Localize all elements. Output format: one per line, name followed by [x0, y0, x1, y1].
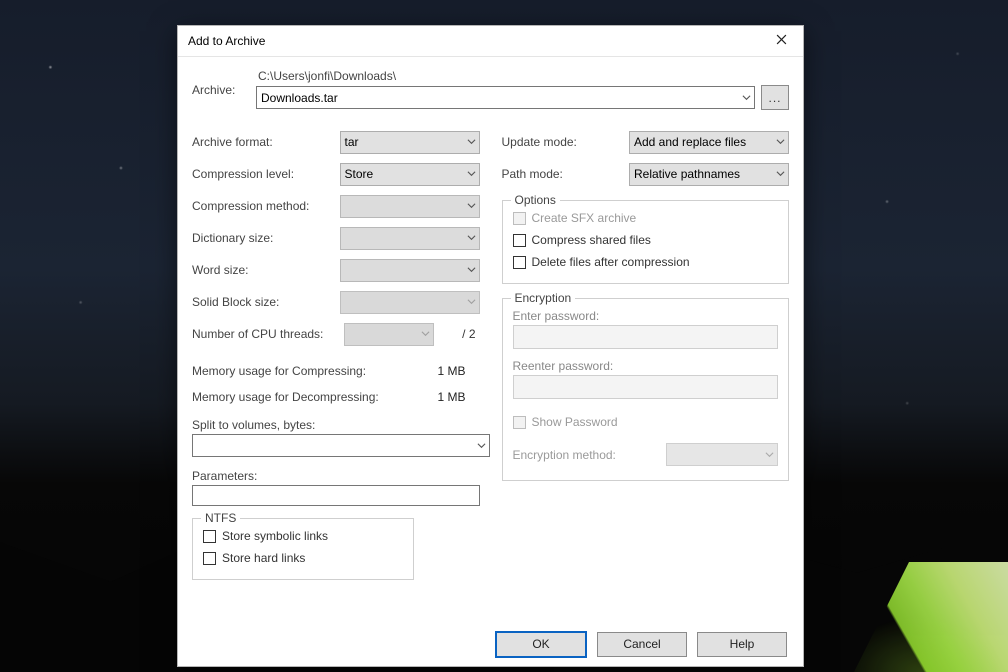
ok-button[interactable]: OK: [495, 631, 587, 658]
create-sfx-checkbox: Create SFX archive: [513, 207, 779, 229]
checkbox-icon: [203, 530, 216, 543]
chevron-down-icon: [776, 167, 785, 181]
solid-block-size-select: [340, 291, 480, 314]
chevron-down-icon: [776, 135, 785, 149]
archive-filename-value: Downloads.tar: [261, 91, 338, 105]
delete-after-checkbox[interactable]: Delete files after compression: [513, 251, 779, 273]
chevron-down-icon: [467, 167, 476, 181]
archive-filename-select[interactable]: Downloads.tar: [256, 86, 755, 109]
checkbox-icon: [513, 212, 526, 225]
reenter-password-label: Reenter password:: [513, 359, 779, 373]
window-title: Add to Archive: [188, 34, 759, 48]
browse-label: ...: [768, 91, 781, 105]
update-mode-value: Add and replace files: [634, 135, 746, 149]
options-group: Options Create SFX archive Compress shar…: [502, 200, 790, 284]
options-legend: Options: [511, 193, 560, 207]
compression-level-label: Compression level:: [192, 167, 332, 181]
close-icon: [776, 34, 787, 48]
path-mode-select[interactable]: Relative pathnames: [629, 163, 789, 186]
chevron-down-icon: [742, 91, 751, 105]
mem-compress-label: Memory usage for Compressing:: [192, 364, 366, 378]
update-mode-label: Update mode:: [502, 135, 622, 149]
enter-password-label: Enter password:: [513, 309, 779, 323]
compress-shared-checkbox[interactable]: Compress shared files: [513, 229, 779, 251]
parameters-field[interactable]: [197, 488, 475, 504]
compression-method-select[interactable]: [340, 195, 480, 218]
ntfs-group: NTFS Store symbolic links Store hard lin…: [192, 518, 414, 580]
store-hard-links-label: Store hard links: [222, 551, 305, 565]
parameters-input[interactable]: [192, 485, 480, 506]
cpu-threads-max: / 2: [442, 327, 480, 341]
cpu-threads-select: [344, 323, 434, 346]
titlebar: Add to Archive: [178, 26, 803, 57]
encryption-legend: Encryption: [511, 291, 576, 305]
cancel-button[interactable]: Cancel: [597, 632, 687, 657]
show-password-label: Show Password: [532, 415, 618, 429]
word-size-select[interactable]: [340, 259, 480, 282]
chevron-down-icon: [467, 231, 476, 245]
archive-format-select[interactable]: tar: [340, 131, 480, 154]
chevron-down-icon: [467, 263, 476, 277]
compression-method-label: Compression method:: [192, 199, 332, 213]
chevron-down-icon: [467, 199, 476, 213]
compress-shared-label: Compress shared files: [532, 233, 651, 247]
dictionary-size-label: Dictionary size:: [192, 231, 332, 245]
create-sfx-label: Create SFX archive: [532, 211, 637, 225]
encryption-method-label: Encryption method:: [513, 448, 657, 462]
chevron-down-icon: [477, 439, 486, 453]
ok-label: OK: [532, 637, 549, 651]
mem-decompress-value: 1 MB: [437, 390, 479, 404]
mem-decompress-label: Memory usage for Decompressing:: [192, 390, 379, 404]
store-symbolic-links-checkbox[interactable]: Store symbolic links: [203, 525, 403, 547]
cancel-label: Cancel: [623, 637, 660, 651]
split-volumes-label: Split to volumes, bytes:: [192, 418, 480, 432]
compression-level-select[interactable]: Store: [340, 163, 480, 186]
browse-button[interactable]: ...: [761, 85, 789, 110]
chevron-down-icon: [467, 295, 476, 309]
reenter-password-input: [513, 375, 779, 399]
archive-row: Archive: C:\Users\jonfi\Downloads\ Downl…: [192, 69, 789, 110]
archive-format-label: Archive format:: [192, 135, 332, 149]
word-size-label: Word size:: [192, 263, 332, 277]
encryption-group: Encryption Enter password: Reenter passw…: [502, 298, 790, 481]
chevron-down-icon: [765, 448, 774, 462]
mem-compress-value: 1 MB: [437, 364, 479, 378]
checkbox-icon: [513, 416, 526, 429]
store-symbolic-links-label: Store symbolic links: [222, 529, 328, 543]
button-bar: OK Cancel Help: [178, 622, 803, 666]
path-mode-value: Relative pathnames: [634, 167, 740, 181]
store-hard-links-checkbox[interactable]: Store hard links: [203, 547, 403, 569]
delete-after-label: Delete files after compression: [532, 255, 690, 269]
checkbox-icon: [513, 256, 526, 269]
archive-format-value: tar: [345, 135, 359, 149]
encryption-method-select: [666, 443, 778, 466]
show-password-checkbox: Show Password: [513, 411, 779, 433]
archive-label: Archive:: [192, 83, 246, 97]
help-label: Help: [730, 637, 755, 651]
chevron-down-icon: [421, 327, 430, 341]
archive-path: C:\Users\jonfi\Downloads\: [256, 69, 789, 83]
enter-password-input: [513, 325, 779, 349]
add-to-archive-dialog: Add to Archive Archive: C:\Users\jonfi\D…: [177, 25, 804, 667]
cpu-threads-label: Number of CPU threads:: [192, 327, 336, 341]
compression-level-value: Store: [345, 167, 374, 181]
help-button[interactable]: Help: [697, 632, 787, 657]
checkbox-icon: [203, 552, 216, 565]
split-volumes-select[interactable]: [192, 434, 490, 457]
path-mode-label: Path mode:: [502, 167, 622, 181]
chevron-down-icon: [467, 135, 476, 149]
solid-block-size-label: Solid Block size:: [192, 295, 332, 309]
dictionary-size-select[interactable]: [340, 227, 480, 250]
update-mode-select[interactable]: Add and replace files: [629, 131, 789, 154]
close-button[interactable]: [759, 26, 803, 56]
parameters-label: Parameters:: [192, 469, 480, 483]
checkbox-icon: [513, 234, 526, 247]
ntfs-legend: NTFS: [201, 511, 240, 525]
